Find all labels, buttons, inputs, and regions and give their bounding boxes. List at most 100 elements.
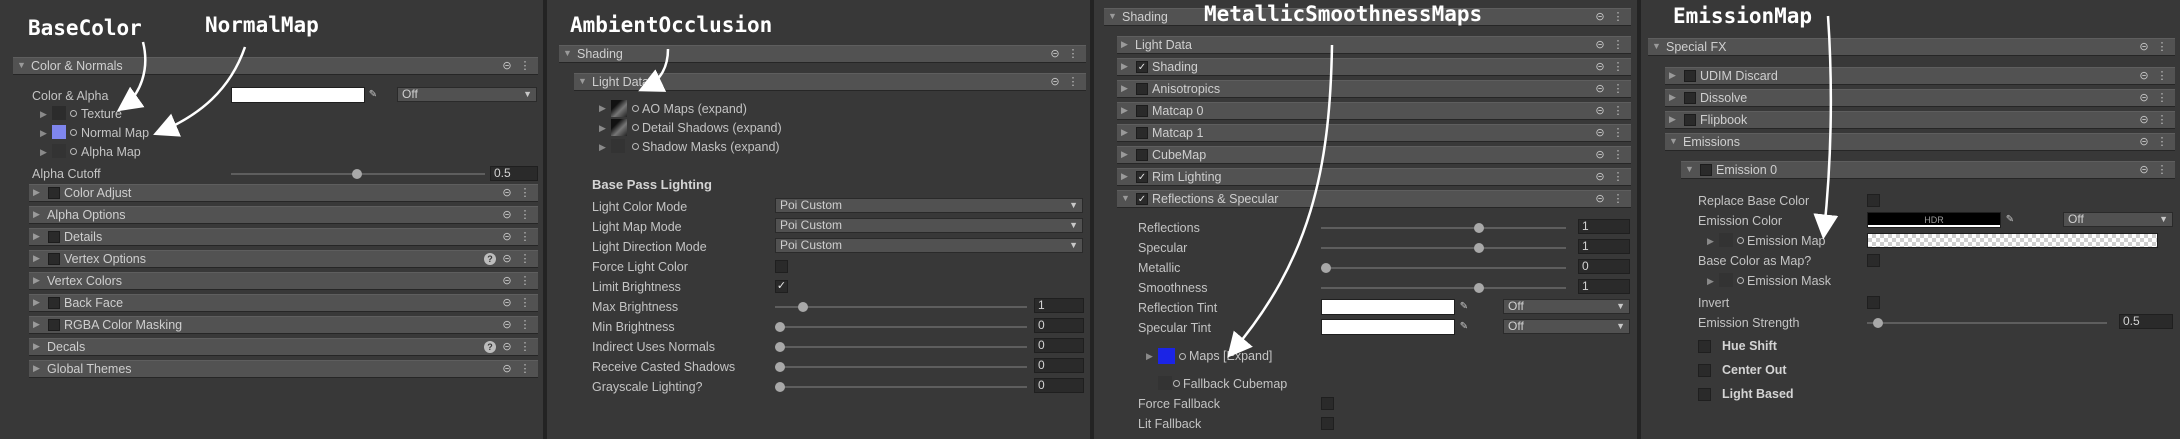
section-flipbook[interactable]: ▶ Flipbook ⊝ ⋮ <box>1665 111 2175 129</box>
texture-picker-icon[interactable] <box>70 110 77 117</box>
section-vertex-colors[interactable]: ▶ Vertex Colors ⊝ ⋮ <box>29 272 538 290</box>
grayscale-lighting-handle[interactable] <box>775 382 785 392</box>
toggle-checkbox[interactable] <box>1136 127 1148 139</box>
section-light-data[interactable]: ▶ Light Data ⊝ ⋮ <box>1117 36 1631 54</box>
menu-icon[interactable]: ⋮ <box>1611 170 1625 184</box>
menu-icon[interactable]: ⋮ <box>2155 91 2169 105</box>
toggle-checkbox[interactable] <box>1684 92 1696 104</box>
light-direction-mode-dropdown[interactable]: Poi Custom ▼ <box>775 238 1083 253</box>
toggle-checkbox[interactable] <box>1684 70 1696 82</box>
section-cubemap[interactable]: ▶ CubeMap ⊝ ⋮ <box>1117 146 1631 164</box>
detail-shadows-picker-icon[interactable] <box>632 124 639 131</box>
help-icon[interactable]: ? <box>484 253 496 265</box>
min-brightness-value[interactable]: 0 <box>1034 318 1084 333</box>
section-shading-sub[interactable]: ▶ ✓ Shading ⊝ ⋮ <box>1117 58 1631 76</box>
link-icon[interactable]: ⊝ <box>500 340 514 354</box>
fallback-cubemap-thumbnail[interactable] <box>1158 376 1172 390</box>
smoothness-value[interactable]: 1 <box>1578 279 1630 294</box>
link-icon[interactable]: ⊝ <box>1593 170 1607 184</box>
section-anisotropics[interactable]: ▶ Anisotropics ⊝ ⋮ <box>1117 80 1631 98</box>
link-icon[interactable]: ⊝ <box>1593 192 1607 206</box>
menu-icon[interactable]: ⋮ <box>1611 82 1625 96</box>
menu-icon[interactable]: ⋮ <box>518 252 532 266</box>
section-light-data[interactable]: ▼ Light Data ⊝ ⋮ <box>574 73 1086 91</box>
menu-icon[interactable]: ⋮ <box>1611 192 1625 206</box>
receive-casted-shadows-handle[interactable] <box>775 362 785 372</box>
menu-icon[interactable]: ⋮ <box>518 186 532 200</box>
eyedropper-icon[interactable]: ✎ <box>2003 213 2017 227</box>
section-color-adjust[interactable]: ▶ Color Adjust ⊝ ⋮ <box>29 184 538 202</box>
section-dissolve[interactable]: ▶ Dissolve ⊝ ⋮ <box>1665 89 2175 107</box>
toggle-checkbox[interactable]: ✓ <box>1136 61 1148 73</box>
link-icon[interactable]: ⊝ <box>1593 148 1607 162</box>
section-rim-lighting[interactable]: ▶ ✓ Rim Lighting ⊝ ⋮ <box>1117 168 1631 186</box>
alpha-cutoff-value[interactable]: 0.5 <box>490 166 538 181</box>
base-color-as-map-checkbox[interactable] <box>1867 254 1880 267</box>
menu-icon[interactable]: ⋮ <box>518 362 532 376</box>
link-icon[interactable]: ⊝ <box>1593 82 1607 96</box>
maps-picker-icon[interactable] <box>1179 353 1186 360</box>
receive-casted-shadows-value[interactable]: 0 <box>1034 358 1084 373</box>
toggle-checkbox[interactable] <box>48 231 60 243</box>
menu-icon[interactable]: ⋮ <box>2155 40 2169 54</box>
emission-strength-value[interactable]: 0.5 <box>2119 314 2173 329</box>
section-udim-discard[interactable]: ▶ UDIM Discard ⊝ ⋮ <box>1665 67 2175 85</box>
ao-picker-icon[interactable] <box>632 105 639 112</box>
metallic-slider[interactable] <box>1321 267 1566 269</box>
reflection-tint-dropdown[interactable]: Off ▼ <box>1503 299 1630 314</box>
menu-icon[interactable]: ⋮ <box>1611 148 1625 162</box>
smoothness-slider[interactable] <box>1321 287 1566 289</box>
light-map-mode-dropdown[interactable]: Poi Custom ▼ <box>775 218 1083 233</box>
emission-color-dropdown[interactable]: Off ▼ <box>2063 212 2173 227</box>
section-global-themes[interactable]: ▶ Global Themes ⊝ ⋮ <box>29 360 538 378</box>
link-icon[interactable]: ⊝ <box>500 208 514 222</box>
section-shading[interactable]: ▼ Shading ⊝ ⋮ <box>559 45 1086 63</box>
menu-icon[interactable]: ⋮ <box>2155 69 2169 83</box>
min-brightness-slider[interactable] <box>775 326 1027 328</box>
expand-arrow-icon[interactable]: ▶ <box>40 109 47 120</box>
section-color-normals[interactable]: ▼ Color & Normals ⊝ ⋮ <box>13 57 538 75</box>
receive-casted-shadows-slider[interactable] <box>775 366 1027 368</box>
expand-arrow-icon[interactable]: ▶ <box>40 128 47 139</box>
indirect-uses-normals-value[interactable]: 0 <box>1034 338 1084 353</box>
menu-icon[interactable]: ⋮ <box>1611 38 1625 52</box>
menu-icon[interactable]: ⋮ <box>1066 47 1080 61</box>
menu-icon[interactable]: ⋮ <box>2155 113 2169 127</box>
toggle-checkbox[interactable] <box>48 253 60 265</box>
indirect-uses-normals-slider[interactable] <box>775 346 1027 348</box>
smoothness-handle[interactable] <box>1474 283 1484 293</box>
detail-shadows-thumbnail[interactable] <box>611 119 627 136</box>
link-icon[interactable]: ⊝ <box>2137 69 2151 83</box>
link-icon[interactable]: ⊝ <box>1048 47 1062 61</box>
toggle-checkbox[interactable] <box>1684 114 1696 126</box>
link-icon[interactable]: ⊝ <box>500 186 514 200</box>
max-brightness-slider[interactable] <box>775 306 1027 308</box>
ao-maps-thumbnail[interactable] <box>611 100 627 117</box>
menu-icon[interactable]: ⋮ <box>1611 126 1625 140</box>
specular-slider[interactable] <box>1321 247 1566 249</box>
force-fallback-checkbox[interactable] <box>1321 397 1334 410</box>
section-alpha-options[interactable]: ▶ Alpha Options ⊝ ⋮ <box>29 206 538 224</box>
menu-icon[interactable]: ⋮ <box>1066 75 1080 89</box>
toggle-checkbox[interactable]: ✓ <box>1136 193 1148 205</box>
center-out-checkbox[interactable] <box>1698 364 1711 377</box>
section-emissions[interactable]: ▼ Emissions ⊝ ⋮ <box>1665 133 2175 151</box>
metallic-handle[interactable] <box>1321 263 1331 273</box>
force-light-color-checkbox[interactable] <box>775 260 788 273</box>
toggle-checkbox[interactable] <box>48 187 60 199</box>
alpha-cutoff-handle[interactable] <box>352 169 362 179</box>
expand-arrow-icon[interactable]: ▶ <box>599 142 606 153</box>
toggle-checkbox[interactable] <box>1136 149 1148 161</box>
emission-map-picker-icon[interactable] <box>1737 237 1744 244</box>
menu-icon[interactable]: ⋮ <box>518 340 532 354</box>
link-icon[interactable]: ⊝ <box>500 252 514 266</box>
link-icon[interactable]: ⊝ <box>2137 163 2151 177</box>
link-icon[interactable]: ⊝ <box>1593 38 1607 52</box>
link-icon[interactable]: ⊝ <box>500 296 514 310</box>
max-brightness-value[interactable]: 1 <box>1034 298 1084 313</box>
menu-icon[interactable]: ⋮ <box>1611 104 1625 118</box>
section-rgba-color-masking[interactable]: ▶ RGBA Color Masking ⊝ ⋮ <box>29 316 538 334</box>
reflections-slider[interactable] <box>1321 227 1566 229</box>
section-reflections-specular[interactable]: ▼ ✓ Reflections & Specular ⊝ ⋮ <box>1117 190 1631 208</box>
limit-brightness-checkbox[interactable]: ✓ <box>775 280 788 293</box>
